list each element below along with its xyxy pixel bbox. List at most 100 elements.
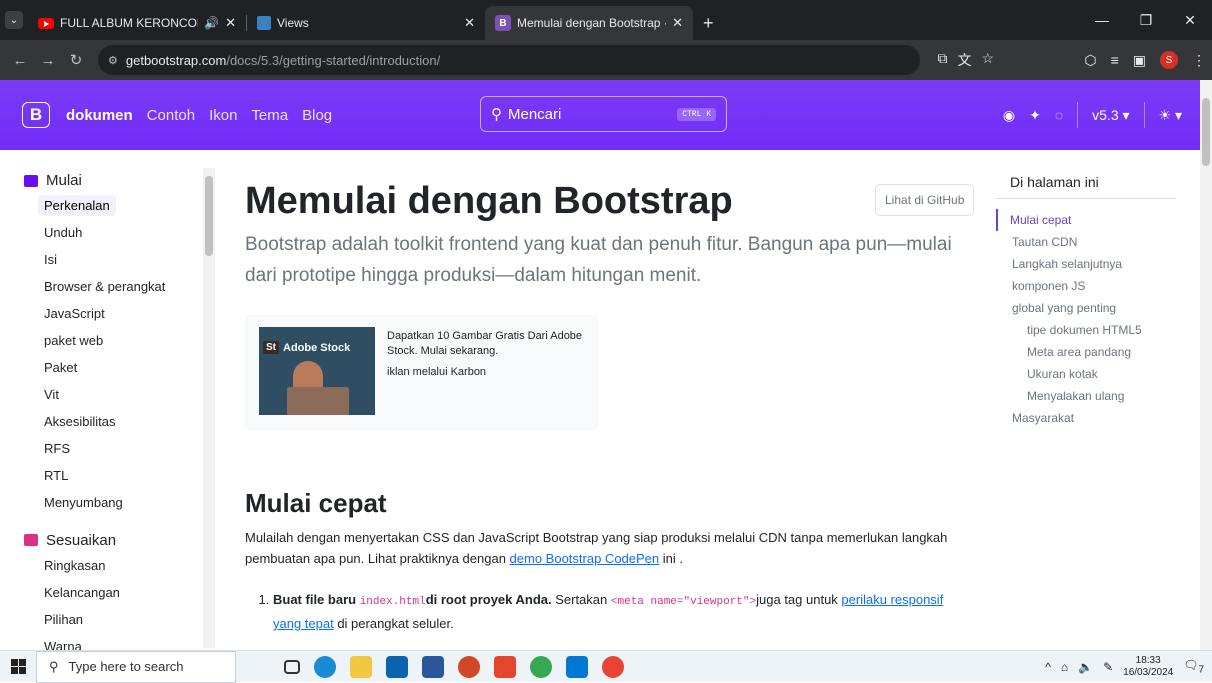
toc-subitem[interactable]: Meta area pandang	[998, 341, 1176, 363]
reload-icon[interactable]: ↻	[62, 46, 90, 74]
github-icon[interactable]: ◉	[1003, 107, 1015, 124]
nav-link-icons[interactable]: Ikon	[209, 107, 237, 124]
new-tab-button[interactable]: +	[693, 6, 724, 40]
sidebar-item[interactable]: Kelancangan	[24, 580, 214, 606]
nav-link-blog[interactable]: Blog	[302, 107, 332, 124]
nav-link-docs[interactable]: dokumen	[66, 107, 133, 124]
toc-item[interactable]: global yang penting	[998, 297, 1176, 319]
sidebar-scrollbar[interactable]	[203, 168, 215, 648]
sidebar-item[interactable]: Browser & perangkat	[24, 274, 214, 300]
forward-icon[interactable]: →	[34, 46, 62, 74]
ad-image[interactable]: St Adobe Stock	[259, 327, 375, 415]
taskbar-search[interactable]: ⚲ Type here to search	[36, 650, 236, 683]
translate-icon[interactable]: 文	[957, 50, 971, 70]
url-field[interactable]: ⚙ getbootstrap.com/docs/5.3/getting-star…	[98, 45, 920, 75]
tab-search-button[interactable]: ⌄	[0, 0, 28, 40]
clock[interactable]: 18:33 16/03/2024	[1123, 655, 1173, 679]
sidebar-section-start[interactable]: Mulai	[24, 172, 214, 189]
url-path: /docs/5.3/getting-started/introduction/	[226, 52, 441, 68]
toc-item[interactable]: Tautan CDN	[998, 231, 1176, 253]
toc-item[interactable]: Masyarakat	[998, 407, 1176, 429]
close-window-icon[interactable]: ✕	[1168, 0, 1212, 40]
sidebar-item[interactable]: Unduh	[24, 220, 214, 246]
office-icon[interactable]	[494, 655, 516, 678]
tray-overflow-icon[interactable]: ^	[1045, 660, 1051, 674]
theme-toggle-sun-icon[interactable]: ☀ ▾	[1159, 107, 1182, 124]
sidebar-item[interactable]: Warna	[24, 634, 214, 651]
sidebar-item[interactable]: JavaScript	[24, 301, 214, 327]
mail-icon[interactable]	[386, 655, 408, 678]
notification-icon[interactable]: 🗨7	[1183, 658, 1204, 675]
menu-icon[interactable]: ⋮	[1192, 52, 1206, 69]
profile-avatar[interactable]: S	[1160, 51, 1178, 69]
toc-item[interactable]: komponen JS	[998, 275, 1176, 297]
audio-icon[interactable]: 🔊	[204, 16, 219, 30]
sidebar-item[interactable]: Paket	[24, 355, 214, 381]
bookmark-star-icon[interactable]: ☆	[981, 50, 994, 70]
toc-item[interactable]: Mulai cepat	[996, 209, 1176, 231]
twitter-icon[interactable]: ✦	[1029, 107, 1041, 124]
chrome-profile-icon[interactable]	[602, 655, 624, 678]
toc-subitem[interactable]: tipe dokumen HTML5	[998, 319, 1176, 341]
bootstrap-logo[interactable]: B	[22, 102, 50, 128]
sidebar-item[interactable]: Pilihan	[24, 607, 214, 633]
sidebar-item[interactable]: Ringkasan	[24, 553, 214, 579]
codepen-demo-link[interactable]: demo Bootstrap CodePen	[510, 551, 660, 566]
back-icon[interactable]: ←	[6, 46, 34, 74]
vscode-icon[interactable]	[566, 655, 588, 678]
side-panel-icon[interactable]: ▣	[1133, 52, 1146, 69]
extensions-icon[interactable]: ⬡	[1084, 52, 1096, 69]
page-scrollbar[interactable]	[1200, 80, 1212, 650]
word-icon[interactable]	[422, 655, 444, 678]
carbon-ad[interactable]: St Adobe Stock Dapatkan 10 Gambar Gratis …	[245, 315, 599, 430]
version-dropdown[interactable]: v5.3 ▾	[1092, 107, 1129, 124]
close-icon[interactable]: ✕	[225, 15, 236, 31]
edge-icon[interactable]	[314, 655, 336, 678]
tab-bootstrap[interactable]: B Memulai dengan Bootstrap · Bo ✕	[485, 6, 693, 40]
sidebar-item[interactable]: Vit	[24, 382, 214, 408]
toc-item[interactable]: Langkah selanjutnya	[998, 253, 1176, 275]
sidebar-item[interactable]: RFS	[24, 436, 214, 462]
scrollbar-thumb[interactable]	[205, 176, 213, 256]
restore-icon[interactable]: ❐	[1124, 0, 1168, 40]
network-icon[interactable]: ⌂	[1061, 660, 1068, 674]
site-info-icon[interactable]: ⚙	[108, 54, 118, 67]
view-on-github-button[interactable]: Lihat di GitHub	[875, 184, 975, 216]
volume-icon[interactable]: 🔈	[1078, 660, 1093, 674]
close-icon[interactable]: ✕	[672, 15, 683, 31]
ad-description[interactable]: Dapatkan 10 Gambar Gratis Dari Adobe Sto…	[387, 329, 587, 359]
minimize-icon[interactable]: —	[1080, 0, 1124, 40]
nav-link-themes[interactable]: Tema	[251, 107, 288, 124]
sidebar-item-introduction[interactable]: Perkenalan	[24, 193, 214, 219]
search-icon: ⚲	[491, 106, 502, 123]
toc-title: Di halaman ini	[996, 174, 1176, 199]
lead-paragraph: Bootstrap adalah toolkit frontend yang k…	[245, 234, 952, 286]
sidebar-item[interactable]: Isi	[24, 247, 214, 273]
start-button[interactable]	[0, 651, 36, 683]
sidebar-section-customize[interactable]: Sesuaikan	[24, 532, 214, 549]
tab-title: FULL ALBUM KERONCONG	[60, 16, 198, 30]
sidebar-item[interactable]: RTL	[24, 463, 214, 489]
install-icon[interactable]: ⧉	[937, 50, 947, 70]
window-controls: — ❐ ✕	[1080, 0, 1212, 40]
powerpoint-icon[interactable]	[458, 655, 480, 678]
file-explorer-icon[interactable]	[350, 655, 372, 678]
ad-attribution[interactable]: iklan melalui Karbon	[387, 365, 587, 380]
sidebar-item[interactable]: Aksesibilitas	[24, 409, 214, 435]
task-view-icon[interactable]	[284, 659, 300, 674]
nav-link-examples[interactable]: Contoh	[147, 107, 195, 124]
tab-views[interactable]: Views ✕	[247, 6, 485, 40]
toc-subitem[interactable]: Menyalakan ulang	[998, 385, 1176, 407]
sidebar-item[interactable]: Menyumbang	[24, 490, 214, 516]
opencollective-icon[interactable]: ◌	[1055, 107, 1063, 123]
tab-youtube[interactable]: FULL ALBUM KERONCONG 🔊 ✕	[28, 6, 246, 40]
pen-icon[interactable]: ✎	[1103, 660, 1113, 674]
toc-subitem[interactable]: Ukuran kotak	[998, 363, 1176, 385]
chrome-icon[interactable]	[530, 655, 552, 678]
sidebar-item[interactable]: paket web	[24, 328, 214, 354]
docs-search-button[interactable]: ⚲ Mencari CTRL K	[480, 96, 727, 132]
reading-list-icon[interactable]: ≡	[1111, 52, 1119, 68]
scrollbar-thumb[interactable]	[1202, 98, 1210, 166]
close-icon[interactable]: ✕	[464, 15, 475, 31]
divider	[1143, 102, 1145, 128]
